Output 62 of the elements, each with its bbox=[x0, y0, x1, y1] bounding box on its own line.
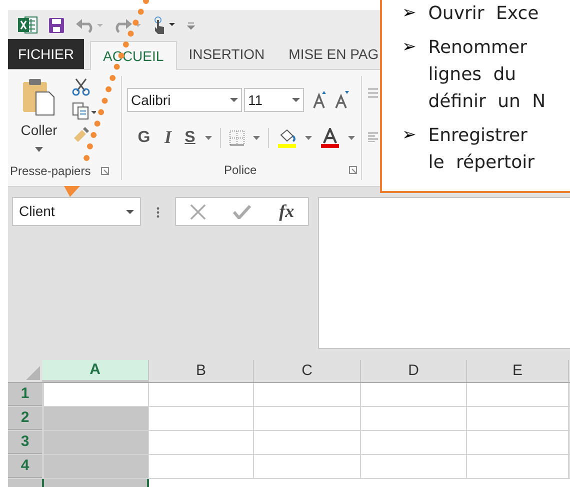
checkmark-icon[interactable] bbox=[233, 204, 252, 218]
caret-icon bbox=[292, 98, 300, 102]
name-box[interactable]: Client bbox=[12, 197, 141, 226]
bullet-arrow: ➢ bbox=[402, 2, 416, 25]
callout-text: le répertoir bbox=[428, 151, 534, 175]
column-header[interactable]: E bbox=[467, 360, 569, 382]
caret-icon bbox=[305, 136, 312, 140]
font-name-field[interactable]: Calibri bbox=[127, 88, 242, 112]
callout-text: Renommer bbox=[428, 36, 528, 60]
underline-button[interactable]: S bbox=[183, 126, 197, 150]
italic-button[interactable]: I bbox=[161, 124, 175, 151]
column-header[interactable]: A bbox=[42, 360, 149, 382]
callout-text: Enregistrer bbox=[428, 124, 528, 148]
bullet-arrow: ➢ bbox=[402, 124, 416, 147]
column-header[interactable]: B bbox=[149, 360, 254, 382]
bullet-arrow: ➢ bbox=[402, 36, 416, 59]
grow-font-icon[interactable] bbox=[312, 91, 328, 109]
callout-text: Ouvrir Exce bbox=[428, 2, 539, 26]
callout-text: définir un N bbox=[428, 90, 546, 114]
align-top-icon[interactable] bbox=[368, 88, 378, 98]
formula-input[interactable] bbox=[318, 197, 570, 349]
caret-icon bbox=[126, 210, 134, 214]
dialog-launcher-icon[interactable] bbox=[349, 166, 357, 174]
borders-icon[interactable] bbox=[229, 130, 245, 146]
paste-button[interactable]: Coller bbox=[16, 76, 62, 162]
ribbon-tab[interactable]: INSERTION bbox=[176, 40, 277, 69]
cancel-icon[interactable] bbox=[190, 204, 206, 220]
callout-text: lignes du bbox=[428, 63, 518, 87]
grid-cell[interactable] bbox=[149, 479, 570, 487]
font-color-icon[interactable] bbox=[320, 128, 340, 148]
row-header[interactable] bbox=[8, 479, 42, 487]
ribbon-tab[interactable]: MISE EN PAG bbox=[276, 40, 381, 69]
redo-icon[interactable] bbox=[113, 17, 141, 33]
grid-cell[interactable] bbox=[42, 479, 149, 487]
bold-button[interactable]: G bbox=[135, 126, 153, 150]
caret-icon bbox=[253, 136, 260, 140]
group-label: Presse-papiers bbox=[10, 163, 91, 180]
format-painter-icon[interactable] bbox=[72, 126, 90, 142]
customize-toolbar-icon[interactable] bbox=[187, 20, 195, 30]
group-label: Police bbox=[224, 162, 257, 179]
undo-icon[interactable] bbox=[75, 17, 103, 33]
caret-icon bbox=[35, 147, 43, 152]
dialog-launcher-icon[interactable] bbox=[100, 167, 109, 175]
align-left-icon[interactable] bbox=[368, 132, 378, 142]
save-icon[interactable] bbox=[48, 16, 65, 34]
clipboard-icon bbox=[22, 78, 56, 116]
scissors-icon[interactable] bbox=[72, 78, 90, 96]
insert-function-button[interactable]: fx bbox=[279, 198, 294, 225]
shrink-font-icon[interactable] bbox=[334, 91, 350, 109]
fill-color-icon[interactable] bbox=[277, 128, 297, 148]
column-header[interactable]: C bbox=[254, 360, 361, 382]
font-size-field[interactable]: 11 bbox=[244, 88, 304, 112]
caret-icon bbox=[205, 136, 212, 140]
grip-icon[interactable] bbox=[156, 207, 160, 218]
caret-icon bbox=[348, 136, 355, 140]
copy-icon[interactable] bbox=[72, 102, 96, 120]
ribbon-tab[interactable]: FICHIER bbox=[8, 39, 84, 69]
excel-logo-icon[interactable] bbox=[18, 16, 38, 34]
caret-icon bbox=[230, 98, 238, 102]
select-all-icon[interactable] bbox=[26, 366, 40, 380]
column-header[interactable]: D bbox=[361, 360, 467, 382]
ribbon-tab[interactable]: ACCUEIL bbox=[90, 41, 177, 70]
